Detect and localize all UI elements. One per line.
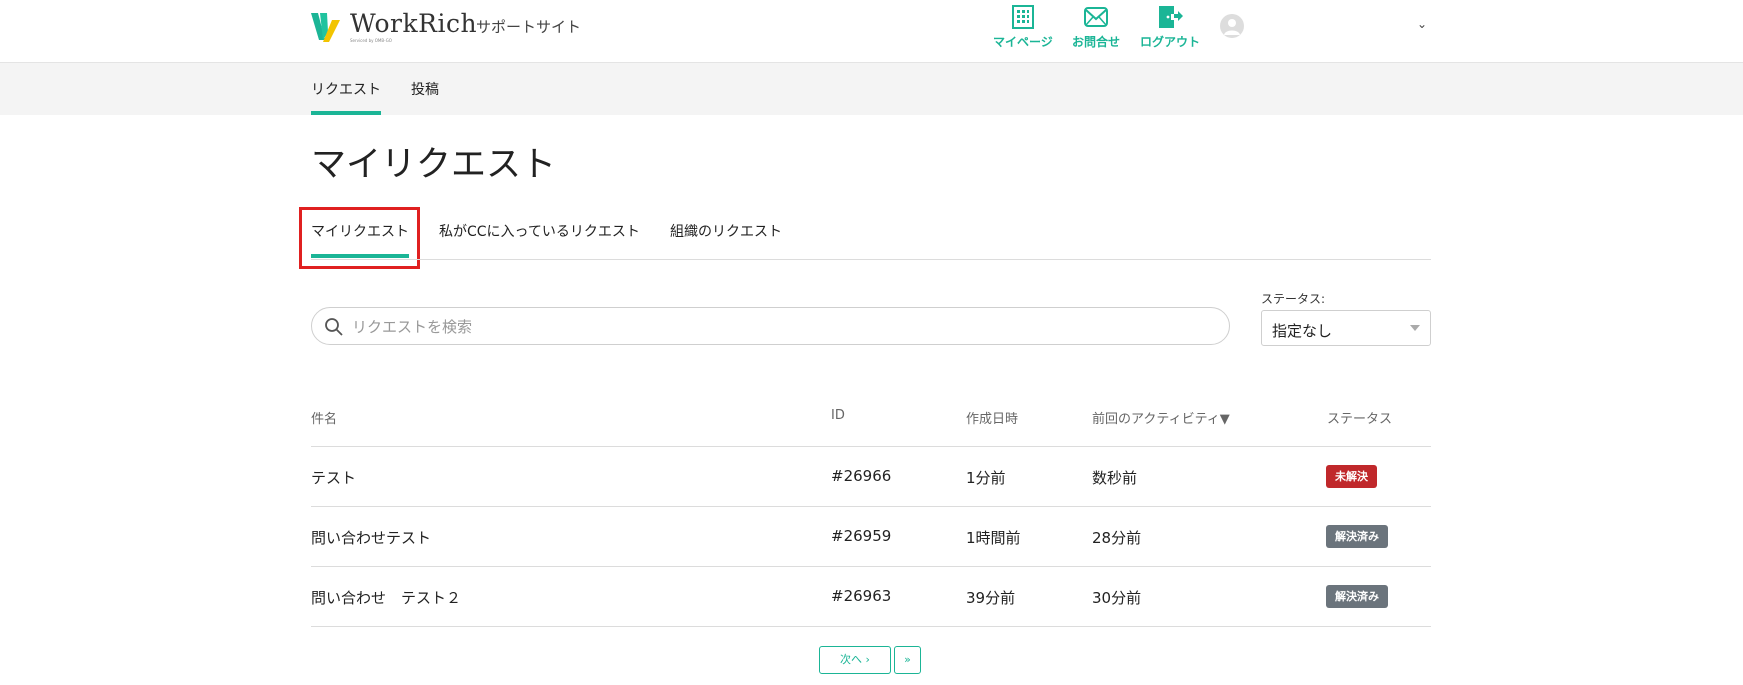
last-page-button[interactable]: » — [894, 646, 921, 674]
subnav-item-posts[interactable]: 投稿 — [411, 79, 439, 99]
workrich-logo-icon — [310, 10, 344, 44]
nav-logout[interactable]: ログアウト — [1140, 4, 1200, 50]
caret-down-icon — [1410, 325, 1420, 331]
chevron-down-icon[interactable]: ⌄ — [1417, 17, 1427, 31]
row-id: #26966 — [831, 467, 892, 485]
search-input[interactable] — [350, 308, 1214, 346]
tab-cc-requests[interactable]: 私がCCに入っているリクエスト — [439, 221, 640, 241]
row-created: 1時間前 — [966, 529, 1021, 547]
row-last-activity: 30分前 — [1092, 589, 1142, 607]
status-badge: 未解決 — [1326, 465, 1377, 488]
status-filter-label: ステータス: — [1261, 292, 1326, 306]
tab-org-requests[interactable]: 組織のリクエスト — [670, 221, 782, 241]
row-last-activity: 28分前 — [1092, 529, 1142, 547]
next-page-button[interactable]: 次へ › — [819, 646, 891, 674]
nav-contact[interactable]: お問合せ — [1072, 4, 1120, 50]
nav-mypage-label: マイページ — [993, 35, 1053, 49]
user-icon — [1224, 19, 1240, 35]
site-name: サポートサイト — [476, 18, 582, 36]
mail-icon — [1084, 7, 1108, 27]
row-id: #26959 — [831, 527, 892, 545]
row-created: 39分前 — [966, 589, 1016, 607]
nav-mypage[interactable]: マイページ — [993, 4, 1053, 50]
tabs-divider — [311, 259, 1431, 260]
search-icon — [325, 318, 343, 336]
status-badge: 解決済み — [1326, 585, 1388, 608]
nav-logout-label: ログアウト — [1140, 35, 1201, 49]
column-header-status: ステータス — [1327, 412, 1393, 427]
page-title: マイリクエスト — [311, 145, 557, 185]
subnav-item-requests[interactable]: リクエスト — [311, 79, 381, 99]
building-icon — [1011, 5, 1034, 29]
row-id: #26963 — [831, 587, 892, 605]
column-header-created: 作成日時 — [966, 412, 1019, 427]
row-subject[interactable]: 問い合わせテスト — [311, 527, 431, 548]
status-filter-select[interactable]: 指定なし — [1261, 310, 1431, 346]
row-subject[interactable]: 問い合わせ テスト２ — [311, 587, 461, 608]
column-header-last-activity[interactable]: 前回のアクティビティ▼ — [1092, 408, 1230, 427]
status-filter-value: 指定なし — [1272, 322, 1333, 340]
row-created: 1分前 — [966, 469, 1006, 487]
site-header: WorkRich Serviced by OMB-GO サポートサイト マイペー… — [0, 0, 1743, 63]
nav-contact-label: お問合せ — [1072, 35, 1121, 49]
table-divider — [311, 446, 1431, 447]
logo[interactable]: WorkRich Serviced by OMB-GO — [310, 10, 477, 44]
table-divider — [311, 506, 1431, 507]
subnav-active-indicator — [311, 111, 381, 115]
search-box — [311, 307, 1230, 346]
logout-icon — [1159, 6, 1183, 28]
sub-navigation: リクエスト 投稿 — [0, 63, 1743, 115]
table-divider — [311, 626, 1431, 627]
column-header-subject: 件名 — [311, 412, 338, 427]
logo-name: WorkRich — [350, 9, 478, 38]
avatar[interactable] — [1220, 14, 1244, 38]
column-header-id: ID — [831, 408, 845, 423]
logo-subtitle: Serviced by OMB-GO — [350, 38, 392, 43]
table-divider — [311, 566, 1431, 567]
status-badge: 解決済み — [1326, 525, 1388, 548]
row-last-activity: 数秒前 — [1092, 469, 1138, 487]
row-subject[interactable]: テスト — [311, 467, 356, 488]
